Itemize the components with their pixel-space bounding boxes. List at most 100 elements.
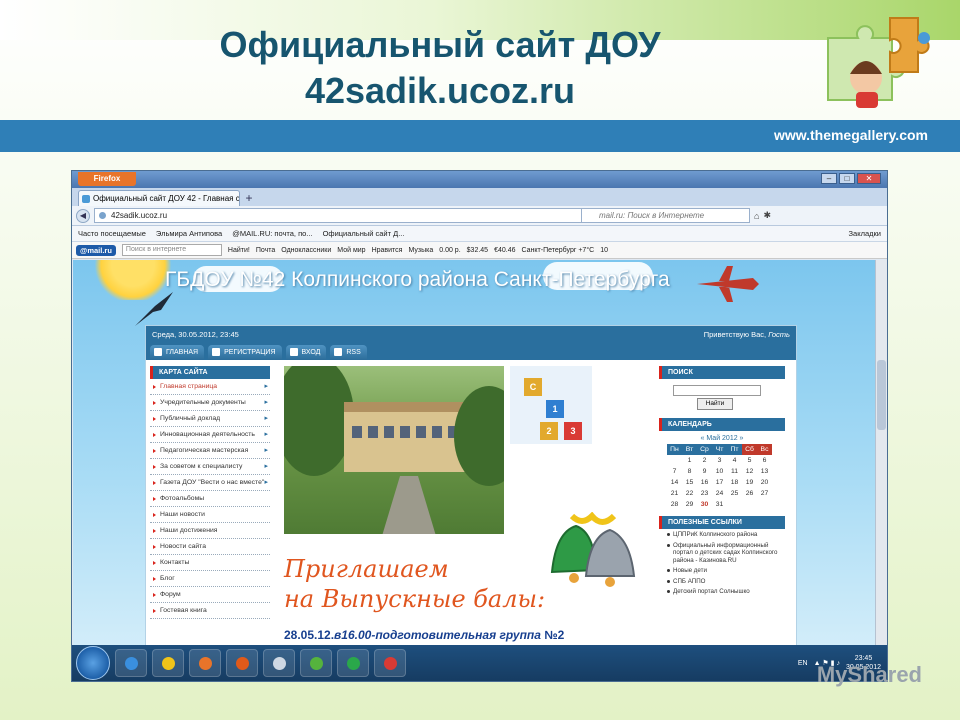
firefox-menu-button[interactable]: Firefox: [78, 172, 136, 186]
sitemap-item[interactable]: Наши новости: [150, 507, 270, 523]
language-indicator[interactable]: EN: [798, 660, 808, 667]
calendar-day[interactable]: 18: [727, 477, 742, 488]
calendar-day[interactable]: 6: [757, 455, 772, 466]
sitemap-item[interactable]: Газета ДОУ "Вести о нас вместе" ▸: [150, 475, 270, 491]
bookmarks-menu[interactable]: Закладки: [849, 229, 881, 238]
like-link[interactable]: Нравится: [372, 247, 403, 254]
chevron-right-icon: ▸: [264, 415, 268, 422]
addon-icon[interactable]: ✱: [763, 210, 771, 221]
calendar-day[interactable]: 24: [712, 488, 727, 499]
calendar-day: [727, 499, 742, 510]
site-search-input[interactable]: [673, 385, 761, 396]
calendar-day[interactable]: 13: [757, 466, 772, 477]
sitemap-item[interactable]: За советом к специалисту ▸: [150, 459, 270, 475]
calendar-day[interactable]: 5: [742, 455, 757, 466]
calendar-day[interactable]: 1: [682, 455, 697, 466]
media-icon[interactable]: [300, 649, 332, 677]
sitemap-item[interactable]: Педагогическая мастерская ▸: [150, 443, 270, 459]
search-input[interactable]: mail.ru: Поиск в Интернете: [580, 208, 750, 223]
calendar-weekday: Ср: [697, 444, 712, 455]
start-button-icon[interactable]: [76, 646, 110, 680]
calendar-day[interactable]: 9: [697, 466, 712, 477]
mailru-search-input[interactable]: Поиск в интернете: [121, 244, 222, 256]
useful-link[interactable]: Официальный информационный портал о детс…: [659, 540, 785, 566]
powerpoint-icon[interactable]: [374, 649, 406, 677]
calendar-day[interactable]: 17: [712, 477, 727, 488]
sitemap-item[interactable]: Главная страница ▸: [150, 379, 270, 395]
calendar-day[interactable]: 10: [712, 466, 727, 477]
bookmark-item[interactable]: Часто посещаемые: [78, 229, 146, 238]
nav-home[interactable]: ГЛАВНАЯ: [150, 345, 205, 360]
calendar-day[interactable]: 7: [667, 466, 682, 477]
close-icon[interactable]: ✕: [857, 173, 881, 184]
sitemap-item[interactable]: Публичный доклад ▸: [150, 411, 270, 427]
sitemap-item[interactable]: Фотоальбомы: [150, 491, 270, 507]
bookmark-item[interactable]: Эльмира Антипова: [156, 229, 222, 238]
sitemap-item[interactable]: Учредительные документы ▸: [150, 395, 270, 411]
calendar-day[interactable]: 26: [742, 488, 757, 499]
calendar-month[interactable]: « Май 2012 »: [659, 435, 785, 442]
calendar-day[interactable]: 2: [697, 455, 712, 466]
nav-rss[interactable]: RSS: [330, 345, 367, 360]
sitemap-item[interactable]: Контакты: [150, 555, 270, 571]
calendar-day[interactable]: 12: [742, 466, 757, 477]
calendar-day[interactable]: 29: [682, 499, 697, 510]
explorer-icon[interactable]: [152, 649, 184, 677]
minimize-icon[interactable]: –: [821, 173, 837, 184]
calendar-day[interactable]: 4: [727, 455, 742, 466]
site-content: Среда, 30.05.2012, 23:45 Приветствую Вас…: [145, 325, 797, 658]
mail-agent-icon[interactable]: [337, 649, 369, 677]
sitemap-item[interactable]: Форум: [150, 587, 270, 603]
my-world-link[interactable]: Мой мир: [337, 247, 365, 254]
calendar-day[interactable]: 28: [667, 499, 682, 510]
calendar-day[interactable]: 3: [712, 455, 727, 466]
calendar-day[interactable]: 20: [757, 477, 772, 488]
site-search-button[interactable]: Найти: [697, 398, 733, 410]
scrollbar-thumb[interactable]: [877, 360, 886, 430]
calendar-day[interactable]: 15: [682, 477, 697, 488]
mailru-logo[interactable]: @mail.ru: [76, 244, 116, 256]
camera-icon[interactable]: [263, 649, 295, 677]
calendar-day[interactable]: 19: [742, 477, 757, 488]
sitemap-item[interactable]: Новости сайта: [150, 539, 270, 555]
new-tab-button[interactable]: +: [242, 192, 256, 206]
home-icon[interactable]: ⌂: [754, 211, 759, 221]
odnoklassniki-link[interactable]: Одноклассники: [281, 247, 331, 254]
sitemap-item[interactable]: Гостевая книга: [150, 603, 270, 619]
nav-login[interactable]: ВХОД: [285, 345, 327, 360]
bookmark-item[interactable]: Официальный сайт Д...: [323, 229, 405, 238]
calendar-day[interactable]: 25: [727, 488, 742, 499]
tab-official-site[interactable]: Официальный сайт ДОУ 42 - Главная с...: [78, 190, 240, 206]
back-arrow-icon[interactable]: ◀: [76, 208, 90, 223]
media-player-icon[interactable]: [189, 649, 221, 677]
nav-register[interactable]: РЕГИСТРАЦИЯ: [208, 345, 282, 360]
firefox-icon[interactable]: [226, 649, 258, 677]
maximize-icon[interactable]: □: [839, 173, 855, 184]
sitemap-item[interactable]: Блог: [150, 571, 270, 587]
calendar-day[interactable]: 21: [667, 488, 682, 499]
calendar-day[interactable]: 23: [697, 488, 712, 499]
useful-link[interactable]: Новые дети: [659, 565, 785, 576]
useful-link[interactable]: Детский портал Солнышко: [659, 586, 785, 597]
sitemap-item[interactable]: Инновационная деятельность ▸: [150, 427, 270, 443]
calendar-day[interactable]: 22: [682, 488, 697, 499]
music-link[interactable]: Музыка: [408, 247, 433, 254]
sitemap-item[interactable]: Наши достижения: [150, 523, 270, 539]
useful-link[interactable]: СПБ АППО: [659, 576, 785, 587]
calendar-day[interactable]: 16: [697, 477, 712, 488]
address-field[interactable]: 42sadik.ucoz.ru: [94, 208, 582, 223]
greeting-user[interactable]: Гость: [768, 330, 790, 339]
calendar-day[interactable]: 30: [697, 499, 712, 510]
mail-link[interactable]: Почта: [256, 247, 275, 254]
useful-link[interactable]: ЦППРиК Колпинского района: [659, 529, 785, 540]
vertical-scrollbar[interactable]: [875, 260, 887, 658]
mailru-find-button[interactable]: Найти!: [228, 247, 250, 254]
calendar-day[interactable]: 8: [682, 466, 697, 477]
right-column: ПОИСК Найти КАЛЕНДАРЬ « Май 2012 » Пн Вт С…: [659, 366, 785, 597]
calendar-day[interactable]: 31: [712, 499, 727, 510]
calendar-day[interactable]: 27: [757, 488, 772, 499]
calendar-day[interactable]: 11: [727, 466, 742, 477]
ie-icon[interactable]: [115, 649, 147, 677]
bookmark-item[interactable]: @MAIL.RU: почта, по...: [232, 229, 312, 238]
calendar-day[interactable]: 14: [667, 477, 682, 488]
